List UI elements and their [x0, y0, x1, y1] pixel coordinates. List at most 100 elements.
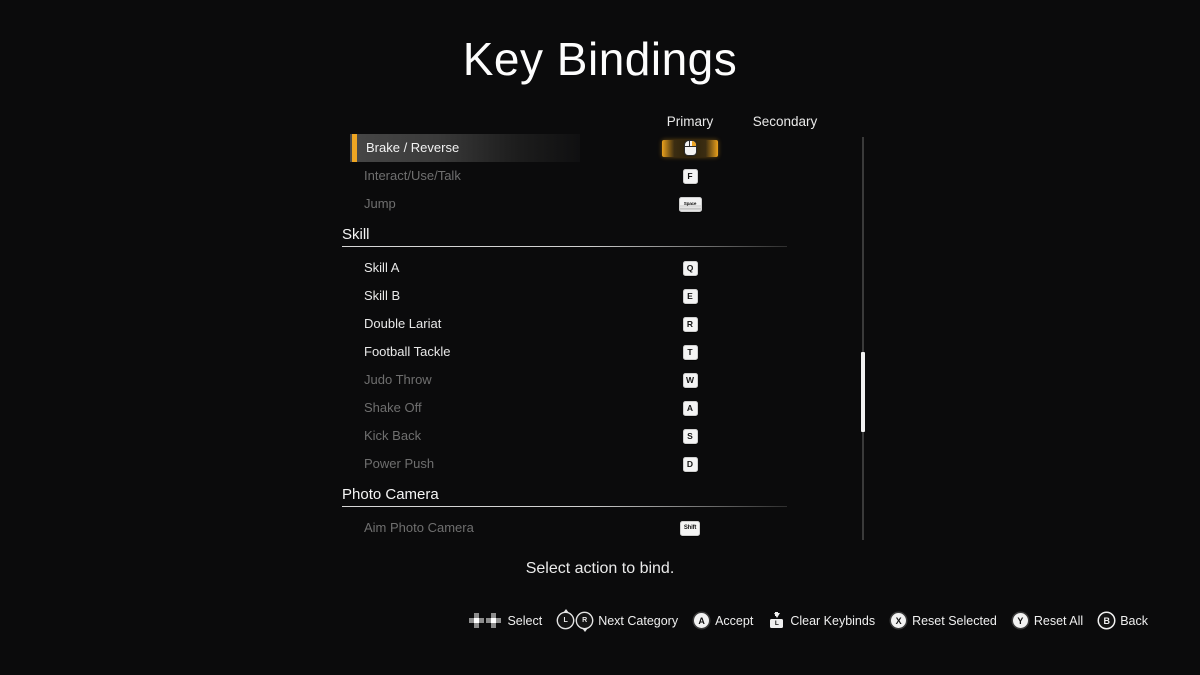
binding-secondary-cell[interactable] — [740, 190, 830, 218]
key-bindings-list: Brake / Reverse Interact/Use/Talk F Jump Spa… — [340, 134, 868, 542]
binding-row[interactable]: Shake Off A — [340, 394, 868, 422]
keycap-shift[interactable]: Shift — [680, 520, 700, 536]
lb-button-icon: L — [558, 609, 574, 628]
keycap-a[interactable]: A — [682, 400, 698, 416]
action-hint-label: Next Category — [598, 613, 679, 628]
scrollbar-track[interactable] — [862, 137, 864, 540]
binding-highlight-plate[interactable] — [662, 139, 718, 157]
mouse-right-button-highlight — [691, 141, 696, 146]
binding-action-label: Skill A — [364, 260, 400, 275]
keycap-r[interactable]: R — [682, 316, 698, 332]
binding-primary-cell[interactable]: A — [650, 394, 730, 422]
binding-primary-cell[interactable]: W — [650, 366, 730, 394]
binding-action-label: Skill B — [364, 288, 401, 303]
scrollbar-thumb[interactable] — [861, 352, 865, 432]
binding-primary-cell[interactable]: F — [650, 162, 730, 190]
action-hint[interactable]: Select — [469, 613, 542, 628]
action-hint[interactable]: A Accept — [694, 613, 753, 628]
action-hint-label: Reset All — [1033, 613, 1084, 628]
binding-row[interactable]: Double Lariat R — [340, 310, 868, 338]
binding-secondary-cell[interactable] — [740, 338, 830, 366]
binding-primary-cell[interactable] — [650, 134, 730, 162]
keycap-w[interactable]: W — [682, 372, 698, 388]
binding-secondary-cell[interactable] — [740, 254, 830, 282]
binding-action-label: Interact/Use/Talk — [364, 168, 461, 183]
binding-action-label: Kick Back — [364, 428, 422, 443]
dpad-pair-icon — [469, 613, 502, 628]
binding-row[interactable]: Aim Photo Camera Shift — [340, 514, 868, 542]
keycap-d[interactable]: D — [682, 456, 698, 472]
button-y-icon: Y — [1012, 613, 1028, 628]
action-hint[interactable]: L R Next Category — [558, 609, 679, 632]
binding-row[interactable]: Football Tackle T — [340, 338, 868, 366]
keycap-q[interactable]: Q — [682, 260, 698, 276]
keycap-space[interactable]: Space — [678, 196, 702, 212]
button-y-icon: Y — [1012, 613, 1028, 628]
column-header-primary: Primary — [666, 114, 714, 129]
binding-action-label: Power Push — [364, 456, 435, 471]
left-stick-press-icon: L — [769, 612, 784, 628]
mouse-right-button-icon — [683, 140, 697, 156]
binding-primary-cell[interactable]: E — [650, 282, 730, 310]
binding-secondary-cell[interactable] — [740, 366, 830, 394]
keycap-e[interactable]: E — [682, 288, 698, 304]
binding-secondary-cell[interactable] — [740, 310, 830, 338]
section-divider — [342, 506, 787, 507]
binding-row[interactable]: Brake / Reverse — [340, 134, 868, 162]
section-header: Photo Camera — [340, 484, 868, 514]
binding-row[interactable]: Interact/Use/Talk F — [340, 162, 868, 190]
action-hint[interactable]: B Back — [1099, 613, 1148, 628]
selection-indicator — [352, 134, 357, 162]
column-headers: Primary Secondary — [340, 114, 870, 134]
binding-row[interactable]: Judo Throw W — [340, 366, 868, 394]
button-a-icon: A — [694, 613, 710, 628]
binding-secondary-cell[interactable] — [740, 450, 830, 478]
button-b-icon: B — [1099, 613, 1115, 628]
binding-secondary-cell[interactable] — [740, 514, 830, 542]
keycap-f[interactable]: F — [682, 168, 698, 184]
action-hint-bar: Select L R Next Category A Accept L Clear Keybi… — [0, 609, 1200, 632]
binding-primary-cell[interactable]: D — [650, 450, 730, 478]
binding-secondary-cell[interactable] — [740, 134, 830, 162]
binding-action-label: Judo Throw — [364, 372, 432, 387]
binding-primary-cell[interactable]: Shift — [650, 514, 730, 542]
action-hint[interactable]: X Reset Selected — [891, 613, 997, 628]
binding-row[interactable]: Skill A Q — [340, 254, 868, 282]
column-header-secondary: Secondary — [752, 114, 818, 129]
action-hint-label: Back — [1120, 613, 1148, 628]
binding-primary-cell[interactable]: Space — [650, 190, 730, 218]
dpad-horizontal-icon — [486, 613, 502, 628]
action-hint-label: Clear Keybinds — [790, 613, 876, 628]
key-bindings-screen: Key Bindings Primary Secondary Brake / R… — [0, 0, 1200, 675]
binding-primary-cell[interactable]: Q — [650, 254, 730, 282]
binding-primary-cell[interactable]: S — [650, 422, 730, 450]
binding-primary-cell[interactable]: T — [650, 338, 730, 366]
binding-action-label: Double Lariat — [364, 316, 442, 331]
binding-secondary-cell[interactable] — [740, 282, 830, 310]
keycap-s[interactable]: S — [682, 428, 698, 444]
binding-secondary-cell[interactable] — [740, 394, 830, 422]
action-hint-label: Reset Selected — [912, 613, 997, 628]
binding-row[interactable]: Skill B E — [340, 282, 868, 310]
binding-action-label: Brake / Reverse — [366, 140, 460, 155]
binding-secondary-cell[interactable] — [740, 422, 830, 450]
binding-row[interactable]: Kick Back S — [340, 422, 868, 450]
binding-secondary-cell[interactable] — [740, 162, 830, 190]
binding-primary-cell[interactable]: R — [650, 310, 730, 338]
binding-action-label: Aim Photo Camera — [364, 520, 474, 535]
binding-row[interactable]: Power Push D — [340, 450, 868, 478]
left-stick-press-icon: L — [769, 612, 784, 628]
action-hint[interactable]: L Clear Keybinds — [769, 612, 876, 628]
binding-row[interactable]: Jump Space — [340, 190, 868, 218]
binding-action-label: Football Tackle — [364, 344, 451, 359]
action-hint-label: Select — [507, 613, 543, 628]
keycap-t[interactable]: T — [682, 344, 698, 360]
binding-action-label: Jump — [364, 196, 396, 211]
section-divider — [342, 246, 787, 247]
action-hint-label: Accept — [715, 613, 754, 628]
section-title: Skill — [342, 226, 370, 243]
section-header: Skill — [340, 224, 868, 254]
action-hint[interactable]: Y Reset All — [1012, 613, 1084, 628]
rb-button-icon: R — [577, 613, 593, 632]
dpad-vertical-icon — [469, 613, 485, 628]
